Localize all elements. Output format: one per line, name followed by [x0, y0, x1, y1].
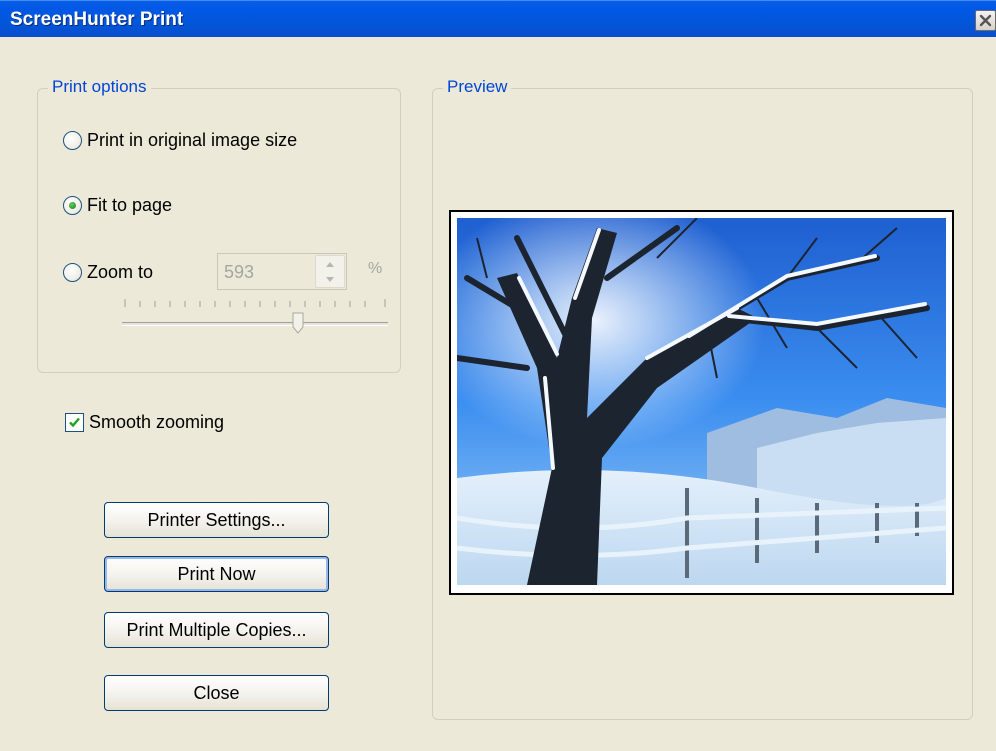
radio-zoom-to-label: Zoom to	[87, 262, 154, 282]
zoom-unit: %	[368, 260, 383, 277]
radio-zoom-to[interactable]: Zoom to	[63, 262, 153, 283]
close-icon	[979, 14, 992, 27]
smooth-zooming-checkbox-row[interactable]: Smooth zooming	[65, 412, 224, 433]
zoom-value[interactable]: 593	[224, 262, 254, 283]
print-multiple-copies-button[interactable]: Print Multiple Copies...	[104, 612, 329, 648]
preview-legend: Preview	[443, 77, 512, 97]
preview-image	[457, 218, 946, 585]
zoom-spinbox[interactable]: 593	[217, 253, 347, 290]
smooth-zooming-checkbox[interactable]	[65, 413, 84, 432]
radio-fit-to-page-label: Fit to page	[87, 195, 173, 215]
zoom-slider-ticks	[124, 299, 386, 307]
zoom-slider-thumb[interactable]	[292, 312, 304, 334]
close-window-button[interactable]	[975, 10, 996, 31]
spin-up-icon[interactable]	[320, 257, 340, 271]
radio-original-size[interactable]: Print in original image size	[63, 130, 297, 151]
checkmark-icon	[69, 417, 80, 428]
zoom-slider[interactable]	[122, 322, 388, 326]
title-bar[interactable]: ScreenHunter Print	[0, 0, 996, 37]
radio-zoom-to-button[interactable]	[63, 263, 82, 282]
window-title: ScreenHunter Print	[10, 9, 184, 30]
zoom-spin-arrows[interactable]	[315, 255, 345, 288]
radio-fit-to-page-button[interactable]	[63, 196, 82, 215]
spin-down-icon[interactable]	[320, 273, 340, 287]
print-options-legend: Print options	[48, 77, 151, 97]
radio-original-size-label: Print in original image size	[87, 130, 298, 150]
close-button[interactable]: Close	[104, 675, 329, 711]
print-now-button[interactable]: Print Now	[104, 556, 329, 592]
preview-frame	[449, 210, 954, 595]
printer-settings-button[interactable]: Printer Settings...	[104, 502, 329, 538]
radio-original-size-button[interactable]	[63, 131, 82, 150]
radio-fit-to-page[interactable]: Fit to page	[63, 195, 172, 216]
smooth-zooming-label: Smooth zooming	[89, 412, 225, 432]
